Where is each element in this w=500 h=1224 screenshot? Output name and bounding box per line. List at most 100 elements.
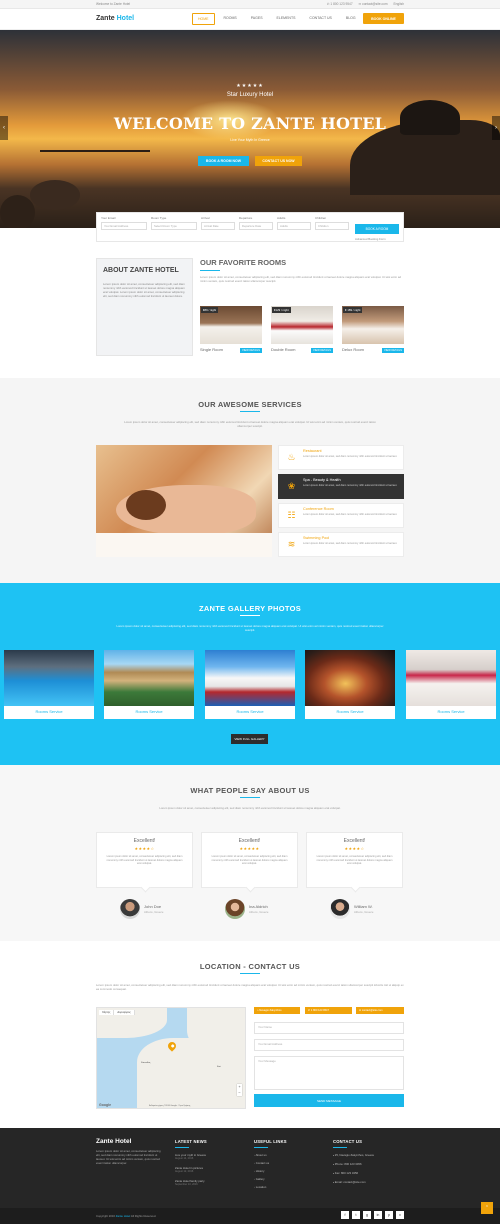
topbar-email[interactable]: ✉ contact@site.com: [359, 2, 388, 6]
room-type-select[interactable]: Select Room Type: [151, 222, 197, 230]
footer-email[interactable]: Email: contact@site.com: [333, 1180, 405, 1185]
footer-link-history[interactable]: History: [254, 1169, 324, 1173]
room-card[interactable]: €129 / night Double Room View Details: [271, 306, 333, 353]
gallery-item[interactable]: Rooms Service: [205, 650, 295, 719]
back-to-top-icon[interactable]: ⌃: [481, 1202, 493, 1214]
welcome-text: Welcome to Zante Hotel: [96, 2, 131, 6]
gallery-item[interactable]: Rooms Service: [406, 650, 496, 719]
footer-link-gallery[interactable]: Gallery: [254, 1177, 324, 1181]
service-conference[interactable]: ☷ Conference Room Lorem ipsum dolor sit …: [278, 503, 404, 528]
gallery-label[interactable]: Rooms Service: [104, 709, 194, 714]
gallery-image[interactable]: [4, 650, 94, 706]
children-select[interactable]: Children: [315, 222, 349, 230]
room-image[interactable]: € 189 / night: [342, 306, 404, 344]
contact-message-textarea[interactable]: Your Message: [254, 1056, 404, 1090]
gallery-image[interactable]: [406, 650, 496, 706]
gallery-image[interactable]: [305, 650, 395, 706]
service-restaurant[interactable]: ♨ Restaurant Lorem ipsum dolor sit amet,…: [278, 445, 404, 470]
favorite-rooms-title: Our Favorite Rooms: [200, 258, 287, 267]
arrival-label: Arrival: [201, 216, 210, 220]
site-logo[interactable]: Zante Hotel: [96, 15, 134, 22]
gallery-label[interactable]: Rooms Service: [205, 709, 295, 714]
nav-contact[interactable]: Contact Us: [304, 13, 336, 25]
gallery-label[interactable]: Rooms Service: [305, 709, 395, 714]
map-tab-satellite[interactable]: Δορυφόρος: [114, 1010, 135, 1015]
arrival-date-field[interactable]: Arrival Date: [201, 222, 235, 230]
card-notch: [350, 882, 361, 893]
nav-rooms[interactable]: Rooms: [219, 13, 242, 25]
copyright-year: Copyright 2016: [96, 1214, 115, 1218]
google-plus-icon[interactable]: g: [363, 1211, 371, 1219]
map-type-tabs: Χάρτης Δορυφόρος: [99, 1010, 135, 1015]
send-message-button[interactable]: Send Message: [254, 1094, 404, 1107]
vimeo-icon[interactable]: v: [396, 1211, 404, 1219]
contact-email-text: contact@site.com: [361, 1009, 383, 1012]
contact-email-input[interactable]: Your Email Address: [254, 1039, 404, 1051]
gallery-item[interactable]: Rooms Service: [4, 650, 94, 719]
room-image[interactable]: €129 / night: [271, 306, 333, 344]
main-menu: Home Rooms Pages Elements Contact Us Blo…: [192, 13, 361, 25]
testimonial-quote: Lorem ipsum dolor sit amet, consectetuer…: [316, 855, 393, 866]
room-details-button[interactable]: View Details: [382, 348, 404, 353]
service-pool[interactable]: ≋ Swimming Pool Lorem ipsum dolor sit am…: [278, 532, 404, 557]
twitter-icon[interactable]: t: [352, 1211, 360, 1219]
gallery-label[interactable]: Rooms Service: [4, 709, 94, 714]
gallery-image[interactable]: [104, 650, 194, 706]
nav-blog[interactable]: Blog: [341, 13, 361, 25]
contact-name-input[interactable]: Your Name: [254, 1022, 404, 1034]
pinterest-icon[interactable]: p: [385, 1211, 393, 1219]
adults-select[interactable]: Adults: [277, 222, 311, 230]
nav-home[interactable]: Home: [192, 13, 215, 25]
footer-news-title: Latest News: [175, 1139, 207, 1144]
view-full-gallery-button[interactable]: View Full Gallery: [231, 734, 268, 744]
news-item[interactable]: Live your myth in Greece August 14, 2016: [175, 1153, 245, 1161]
footer-link-contact[interactable]: Contact us: [254, 1161, 324, 1165]
gallery-image[interactable]: [205, 650, 295, 706]
book-a-room-button[interactable]: Book A Room: [355, 224, 399, 234]
title-underline: [240, 411, 260, 412]
avatar: [225, 899, 245, 919]
footer-logo[interactable]: Zante Hotel: [96, 1138, 164, 1145]
testimonial-card: Excellent! ★★★★☆ Lorem ipsum dolor sit a…: [306, 832, 403, 893]
room-price: € 189 / night: [343, 307, 363, 313]
room-details-button[interactable]: View Details: [240, 348, 262, 353]
logo-main: Zante: [96, 15, 115, 22]
departure-date-field[interactable]: Departure Date: [239, 222, 273, 230]
news-item[interactable]: Zante Hotel in pictures August 12, 2016: [175, 1166, 245, 1174]
nav-elements[interactable]: Elements: [272, 13, 301, 25]
gallery-label[interactable]: Rooms Service: [406, 709, 496, 714]
language-selector[interactable]: English: [394, 2, 404, 6]
advanced-booking-link[interactable]: Advanced Booking Form: [355, 237, 386, 241]
map-zoom-controls[interactable]: + −: [237, 1084, 242, 1096]
copyright-brand[interactable]: Zante Hotel: [116, 1214, 130, 1218]
book-room-now-button[interactable]: Book A Room Now: [198, 156, 249, 166]
room-card[interactable]: € 189 / night Delux Room View Details: [342, 306, 404, 353]
nav-pages[interactable]: Pages: [246, 13, 268, 25]
footer-contact-title: Contact Us: [333, 1139, 363, 1144]
gallery-item[interactable]: Rooms Service: [104, 650, 194, 719]
topbar-phone[interactable]: ✆ 1 800 123 9547: [327, 2, 353, 6]
email-field[interactable]: Your Email Address: [101, 222, 147, 230]
news-item[interactable]: Zante Hotel family party September 10, 2…: [175, 1179, 245, 1187]
service-text: Lorem ipsum dolor sit amet, sed diam non…: [303, 484, 398, 487]
footer-link-location[interactable]: Location: [254, 1185, 324, 1189]
linkedin-icon[interactable]: in: [374, 1211, 382, 1219]
news-date: August 12, 2016: [175, 1170, 194, 1173]
room-details-button[interactable]: View Details: [311, 348, 333, 353]
contact-us-now-button[interactable]: Contact Us Now: [255, 156, 302, 166]
contact-address-text: Navagio Zakynthos: [259, 1009, 282, 1012]
room-image[interactable]: €89 / night: [200, 306, 262, 344]
book-online-button[interactable]: Book Online: [363, 13, 404, 24]
google-map[interactable]: Χάρτης Δορυφόρος Ζάκυνθος Keri + − Google…: [96, 1007, 246, 1109]
facebook-icon[interactable]: f: [341, 1211, 349, 1219]
hero-rock: [0, 195, 35, 228]
gallery-item[interactable]: Rooms Service: [305, 650, 395, 719]
copyright-rights: All Rights Reserved.: [130, 1214, 157, 1218]
contact-email: ✉ contact@site.com: [356, 1007, 404, 1014]
map-tab-map[interactable]: Χάρτης: [99, 1010, 115, 1015]
news-date: September 10, 2016: [175, 1183, 198, 1186]
service-spa[interactable]: ❀ Spa - Beauty & Health Lorem ipsum dolo…: [278, 474, 404, 499]
footer-link-about[interactable]: About us: [254, 1153, 324, 1157]
footer-contact: Contact Us 25, Navagio Zakynthos, Greece…: [333, 1139, 405, 1189]
room-card[interactable]: €89 / night Single Room View Details: [200, 306, 262, 353]
